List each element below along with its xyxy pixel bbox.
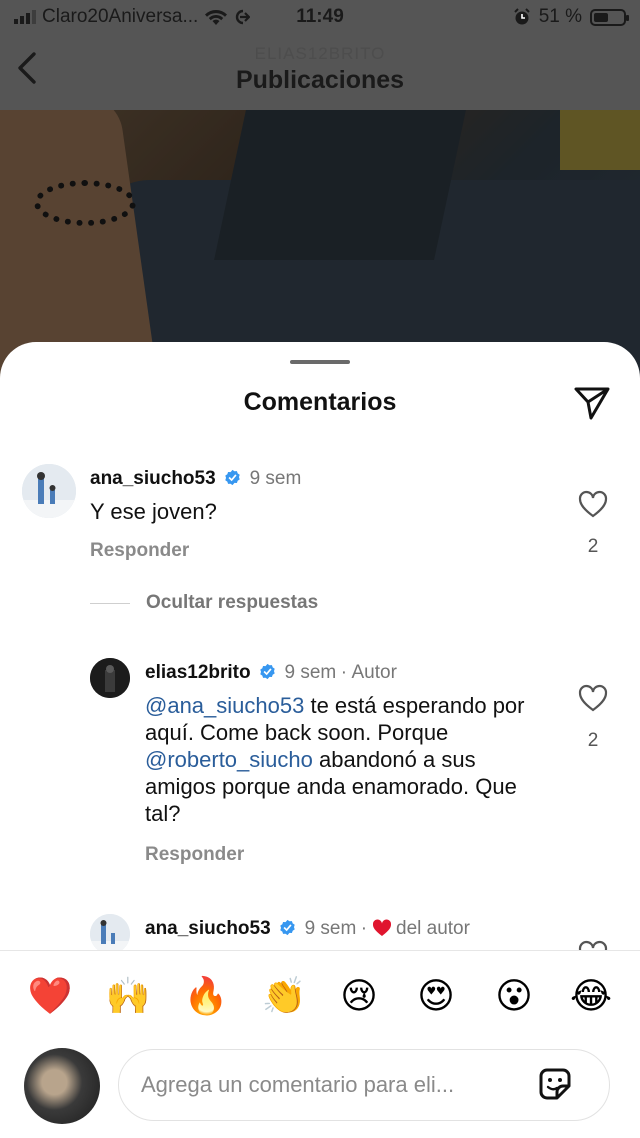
meta-separator: · [360, 918, 368, 939]
verified-badge-icon [225, 469, 240, 486]
comments-list[interactable]: ana_siucho53 9 sem Y ese joven? Responde… [0, 452, 640, 950]
alarm-icon [513, 8, 530, 25]
like-heart-icon[interactable] [578, 940, 608, 950]
reply-username[interactable]: ana_siucho53 [145, 918, 271, 939]
reply-text: @ana_siucho53 te está esperando por aquí… [145, 692, 545, 827]
emoji-raised-hands-button[interactable]: 🙌 [105, 973, 151, 1019]
emoji-surprised-button[interactable]: 😮 [491, 973, 537, 1019]
mention-link[interactable]: @ana_siucho53 [145, 693, 304, 718]
mention-link[interactable]: @roberto_siucho [145, 747, 313, 772]
like-count: 2 [587, 536, 599, 557]
comment-meta: ana_siucho53 9 sem [90, 468, 301, 490]
reply-username[interactable]: elias12brito [145, 662, 251, 683]
avatar-image [90, 658, 130, 698]
reply-button[interactable]: Responder [90, 540, 189, 562]
emoji-clap-button[interactable]: 👏 [261, 973, 307, 1019]
battery-percent: 51 % [538, 6, 582, 27]
verified-badge-icon [260, 663, 275, 680]
reply-meta: elias12brito 9 sem · Autor [145, 662, 397, 684]
avatar-image [22, 464, 76, 518]
status-bar: Claro20Aniversa... 11:49 51 % [0, 0, 640, 36]
comments-sheet: Comentarios ana_siucho53 9 sem Y ese jov… [0, 342, 640, 1138]
like-heart-icon[interactable] [578, 684, 608, 712]
sheet-drag-handle[interactable] [290, 360, 350, 364]
share-send-icon[interactable] [572, 382, 612, 422]
verified-badge-icon [280, 919, 295, 936]
reply-meta: ana_siucho53 9 sem · del autor [145, 918, 470, 940]
comment-composer[interactable] [118, 1049, 610, 1121]
header: ELIAS12BRITO Publicaciones [0, 36, 640, 110]
reply-button[interactable]: Responder [145, 844, 244, 866]
sticker-icon[interactable] [535, 1064, 575, 1104]
comment-time: 9 sem [249, 468, 302, 489]
battery-fill [594, 12, 608, 22]
page-title: Publicaciones [235, 66, 405, 94]
emoji-quick-bar: ❤️ 🙌 🔥 👏 😢 😍 😮 😂 [0, 950, 640, 1041]
emoji-crying-button[interactable]: 😢 [336, 973, 382, 1019]
avatar[interactable] [90, 658, 130, 698]
meta-separator: · [340, 662, 348, 683]
battery-icon [590, 8, 629, 26]
comment-input[interactable] [139, 1064, 523, 1106]
divider-line [90, 603, 130, 604]
status-right: 51 % [513, 6, 629, 28]
avatar-image [90, 914, 130, 950]
emoji-laughing-button[interactable]: 😂 [568, 973, 614, 1019]
like-count: 2 [587, 730, 599, 751]
author-label: Autor [351, 662, 397, 683]
comment-text: Y ese joven? [90, 499, 217, 524]
emoji-heart-button[interactable]: ❤️ [27, 973, 73, 1019]
liked-by-author-label: del autor [396, 918, 470, 939]
emoji-fire-button[interactable]: 🔥 [183, 973, 229, 1019]
reply-time: 9 sem [304, 918, 357, 939]
reply-time: 9 sem [284, 662, 337, 683]
avatar[interactable] [22, 464, 76, 518]
current-user-avatar [24, 1048, 100, 1124]
sheet-title: Comentarios [243, 388, 397, 416]
header-username: ELIAS12BRITO [254, 44, 386, 63]
emoji-heart-eyes-button[interactable]: 😍 [413, 973, 459, 1019]
avatar[interactable] [90, 914, 130, 950]
hide-replies-button[interactable]: Ocultar respuestas [146, 592, 318, 614]
like-heart-icon[interactable] [578, 490, 608, 518]
red-heart-icon [372, 919, 391, 936]
comment-username[interactable]: ana_siucho53 [90, 468, 216, 489]
